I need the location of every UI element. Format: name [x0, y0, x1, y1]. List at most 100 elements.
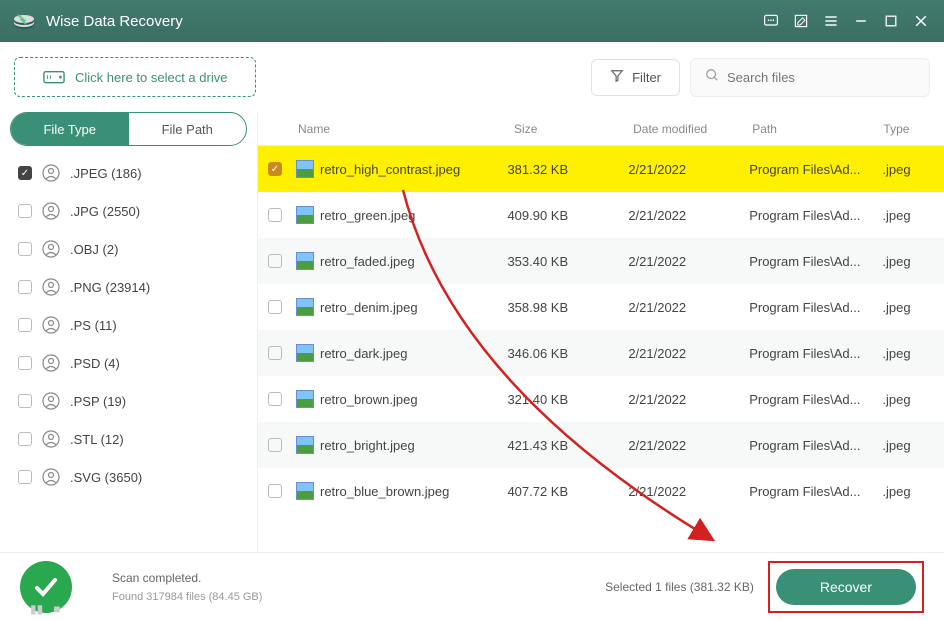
file-name: retro_brown.jpeg [320, 392, 418, 407]
col-header-type[interactable]: Type [873, 122, 944, 136]
image-file-icon [296, 390, 314, 408]
sidebar-item-label: .OBJ (2) [70, 242, 118, 257]
feedback-icon[interactable] [760, 10, 782, 32]
file-date: 2/21/2022 [618, 162, 739, 177]
file-path: Program Files\Ad... [739, 254, 872, 269]
tab-file-type[interactable]: File Type [11, 113, 129, 145]
checkbox[interactable] [268, 300, 282, 314]
file-type: .jpeg [872, 162, 944, 177]
checkbox[interactable] [18, 432, 32, 446]
person-icon [42, 240, 60, 258]
file-size: 407.72 KB [497, 484, 618, 499]
search-box[interactable] [690, 58, 930, 97]
filter-button[interactable]: Filter [591, 59, 680, 96]
filelist-header: Name Size Date modified Path Type [258, 112, 944, 146]
file-row[interactable]: retro_green.jpeg 409.90 KB 2/21/2022 Pro… [258, 192, 944, 238]
checkbox[interactable] [18, 242, 32, 256]
col-header-path[interactable]: Path [742, 122, 873, 136]
checkbox[interactable] [18, 280, 32, 294]
menu-icon[interactable] [820, 10, 842, 32]
checkbox[interactable] [18, 204, 32, 218]
checkbox[interactable] [268, 392, 282, 406]
minimize-button[interactable] [850, 10, 872, 32]
file-name: retro_bright.jpeg [320, 438, 415, 453]
sidebar-item[interactable]: .JPG (2550) [0, 192, 257, 230]
sidebar-item[interactable]: .PS (11) [0, 306, 257, 344]
file-name: retro_dark.jpeg [320, 346, 407, 361]
file-type: .jpeg [872, 346, 944, 361]
col-header-date[interactable]: Date modified [623, 122, 742, 136]
person-icon [42, 430, 60, 448]
file-size: 381.32 KB [497, 162, 618, 177]
pause-icon[interactable]: ▮▮ [30, 602, 43, 616]
file-date: 2/21/2022 [618, 254, 739, 269]
file-date: 2/21/2022 [618, 346, 739, 361]
sidebar-item[interactable]: .OBJ (2) [0, 230, 257, 268]
file-size: 409.90 KB [497, 208, 618, 223]
file-row[interactable]: retro_brown.jpeg 321.40 KB 2/21/2022 Pro… [258, 376, 944, 422]
stop-icon[interactable]: ■ [53, 602, 60, 616]
search-input[interactable] [727, 70, 915, 85]
sidebar-item[interactable]: .PSP (19) [0, 382, 257, 420]
sidebar-item[interactable]: .PNG (23914) [0, 268, 257, 306]
drive-selector-text: Click here to select a drive [75, 70, 227, 85]
sidebar-item-label: .PS (11) [70, 318, 117, 333]
file-size: 353.40 KB [497, 254, 618, 269]
image-file-icon [296, 160, 314, 178]
checkbox[interactable] [18, 470, 32, 484]
file-name: retro_green.jpeg [320, 208, 415, 223]
file-path: Program Files\Ad... [739, 346, 872, 361]
sidebar-item[interactable]: .JPEG (186) [0, 154, 257, 192]
checkbox[interactable] [268, 162, 282, 176]
file-row[interactable]: retro_bright.jpeg 421.43 KB 2/21/2022 Pr… [258, 422, 944, 468]
sidebar-item[interactable]: .STL (12) [0, 420, 257, 458]
checkbox[interactable] [268, 484, 282, 498]
checkbox[interactable] [268, 208, 282, 222]
file-size: 358.98 KB [497, 300, 618, 315]
sidebar-list: .JPEG (186) .JPG (2550) .OBJ (2) .PNG (2391… [0, 154, 257, 552]
drive-selector[interactable]: Click here to select a drive [14, 57, 256, 97]
file-type: .jpeg [872, 484, 944, 499]
person-icon [42, 164, 60, 182]
selected-info-text: Selected 1 files (381.32 KB) [605, 580, 754, 594]
file-row[interactable]: retro_denim.jpeg 358.98 KB 2/21/2022 Pro… [258, 284, 944, 330]
status-text: Scan completed. Found 317984 files (84.4… [112, 571, 262, 603]
checkbox[interactable] [18, 356, 32, 370]
checkbox[interactable] [268, 438, 282, 452]
image-file-icon [296, 482, 314, 500]
person-icon [42, 354, 60, 372]
file-row[interactable]: retro_dark.jpeg 346.06 KB 2/21/2022 Prog… [258, 330, 944, 376]
checkbox[interactable] [18, 166, 32, 180]
sidebar-item[interactable]: .PSD (4) [0, 344, 257, 382]
col-header-name[interactable]: Name [288, 122, 504, 136]
checkbox[interactable] [18, 394, 32, 408]
sidebar-item-label: .JPG (2550) [70, 204, 140, 219]
col-header-size[interactable]: Size [504, 122, 623, 136]
file-row[interactable]: retro_high_contrast.jpeg 381.32 KB 2/21/… [258, 146, 944, 192]
sidebar-item-label: .STL (12) [70, 432, 124, 447]
recover-button[interactable]: Recover [776, 569, 916, 605]
checkbox[interactable] [268, 346, 282, 360]
person-icon [42, 468, 60, 486]
playback-controls: ▮▮ ■ [30, 602, 60, 616]
search-icon [705, 68, 719, 87]
close-button[interactable] [910, 10, 932, 32]
edit-icon[interactable] [790, 10, 812, 32]
file-path: Program Files\Ad... [739, 438, 872, 453]
scan-completed-text: Scan completed. [112, 571, 262, 585]
maximize-button[interactable] [880, 10, 902, 32]
image-file-icon [296, 206, 314, 224]
tab-file-path[interactable]: File Path [129, 113, 247, 145]
file-row[interactable]: retro_faded.jpeg 353.40 KB 2/21/2022 Pro… [258, 238, 944, 284]
sidebar-item[interactable]: .SVG (3650) [0, 458, 257, 496]
app-logo-icon [12, 12, 36, 30]
file-name: retro_faded.jpeg [320, 254, 415, 269]
file-type: .jpeg [872, 392, 944, 407]
file-type: .jpeg [872, 254, 944, 269]
sidebar-tabs: File Type File Path [10, 112, 247, 146]
file-type: .jpeg [872, 300, 944, 315]
checkbox[interactable] [18, 318, 32, 332]
file-size: 321.40 KB [497, 392, 618, 407]
file-row[interactable]: retro_blue_brown.jpeg 407.72 KB 2/21/202… [258, 468, 944, 514]
checkbox[interactable] [268, 254, 282, 268]
